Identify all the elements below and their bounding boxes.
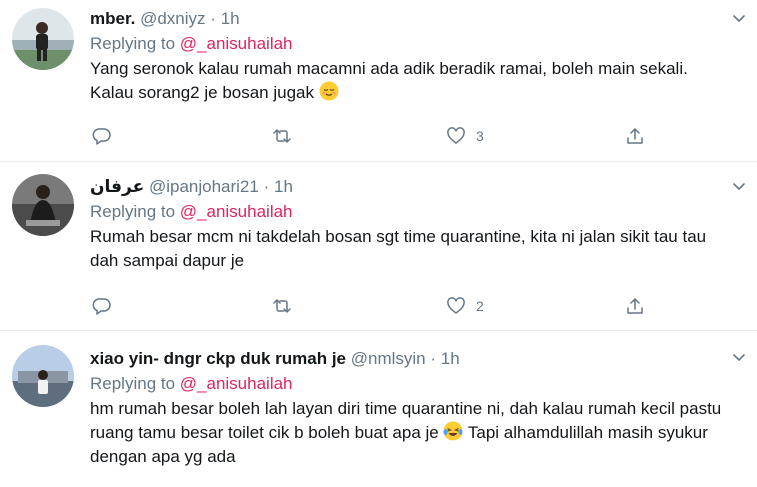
reply-button[interactable] — [92, 294, 112, 318]
avatar[interactable] — [12, 8, 74, 70]
reply-icon — [92, 128, 111, 145]
mention-link[interactable]: @_anisuhailah — [180, 34, 293, 53]
tweet-header: mber. @dxniyz · 1h — [90, 8, 727, 30]
separator-dot: · — [430, 349, 437, 368]
replying-prefix: Replying to — [90, 34, 180, 53]
tweet-actions: 2 — [90, 294, 650, 318]
share-button[interactable] — [625, 294, 645, 318]
like-icon — [447, 127, 465, 144]
tweet-text: hm rumah besar boleh lah layan diri time… — [90, 397, 727, 469]
tweet-2[interactable]: عرفان @ipanjohari21 · 1h Replying to @_a… — [0, 162, 757, 331]
replying-to: Replying to @_anisuhailah — [90, 201, 727, 223]
tweet-header: xiao yin- dngr ckp duk rumah je @nmlsyin… — [90, 348, 727, 370]
display-name[interactable]: عرفان — [90, 177, 144, 196]
replying-prefix: Replying to — [90, 374, 180, 393]
tweet-1[interactable]: mber. @dxniyz · 1h Replying to @_anisuha… — [0, 0, 757, 162]
tweet-text: Yang seronok kalau rumah macamni ada adi… — [90, 57, 727, 105]
retweet-icon — [273, 299, 291, 313]
like-button[interactable]: 2 — [446, 294, 484, 318]
replying-to: Replying to @_anisuhailah — [90, 373, 727, 395]
tweet-text-body: Rumah besar mcm ni takdelah bosan sgt ti… — [90, 227, 707, 270]
retweet-button[interactable] — [272, 294, 292, 318]
mention-link[interactable]: @_anisuhailah — [180, 374, 293, 393]
user-handle[interactable]: @ipanjohari21 — [149, 177, 259, 196]
replying-to: Replying to @_anisuhailah — [90, 33, 727, 55]
chevron-down-icon[interactable] — [731, 178, 747, 194]
timestamp[interactable]: 1h — [221, 9, 240, 28]
retweet-icon — [273, 129, 291, 143]
timestamp[interactable]: 1h — [274, 177, 293, 196]
timestamp[interactable]: 1h — [441, 349, 460, 368]
reply-button[interactable] — [92, 124, 112, 148]
avatar[interactable] — [12, 174, 74, 236]
retweet-button[interactable] — [272, 124, 292, 148]
like-count: 2 — [476, 298, 484, 314]
like-button[interactable]: 3 — [446, 124, 484, 148]
separator-dot: · — [210, 9, 216, 28]
chevron-down-icon[interactable] — [731, 349, 747, 365]
face-with-tears-of-joy-emoji — [443, 421, 463, 441]
relieved-face-emoji — [319, 81, 339, 101]
chevron-down-icon[interactable] — [731, 10, 747, 26]
tweet-3[interactable]: xiao yin- dngr ckp duk rumah je @nmlsyin… — [0, 331, 757, 487]
tweet-text: Rumah besar mcm ni takdelah bosan sgt ti… — [90, 225, 727, 273]
separator-dot: · — [263, 177, 270, 196]
user-handle[interactable]: @nmlsyin — [351, 349, 426, 368]
like-icon — [447, 297, 465, 314]
tweet-text-body: Yang seronok kalau rumah macamni ada adi… — [90, 59, 688, 102]
display-name[interactable]: xiao yin- dngr ckp duk rumah je — [90, 349, 346, 368]
replying-prefix: Replying to — [90, 202, 180, 221]
mention-link[interactable]: @_anisuhailah — [180, 202, 293, 221]
user-handle[interactable]: @dxniyz — [140, 9, 205, 28]
display-name[interactable]: mber. — [90, 9, 135, 28]
like-count: 3 — [476, 128, 484, 144]
share-button[interactable] — [625, 124, 645, 148]
tweet-actions: 3 — [90, 124, 650, 148]
reply-icon — [92, 298, 111, 315]
share-icon — [627, 298, 643, 314]
share-icon — [627, 128, 643, 144]
tweet-header: عرفان @ipanjohari21 · 1h — [90, 176, 727, 198]
avatar[interactable] — [12, 345, 74, 407]
